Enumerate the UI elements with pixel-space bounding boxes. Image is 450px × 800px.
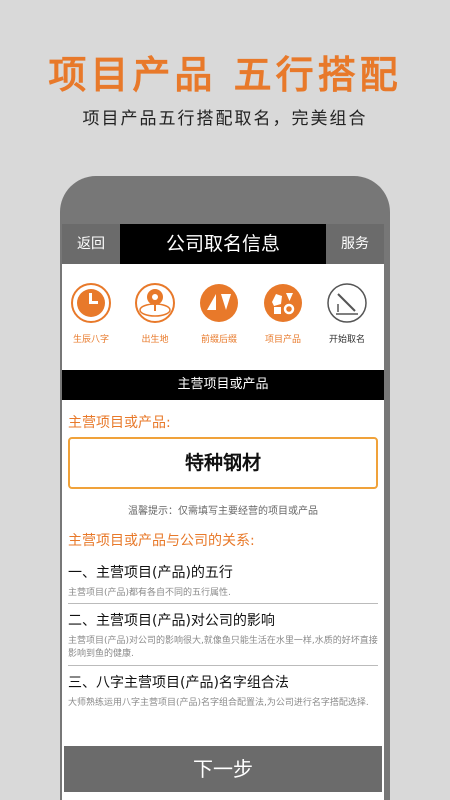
step-label: 出生地 [141,335,169,345]
step-label: 项目产品 [264,335,301,345]
item-heading: 三、八字主营项目(产品)名字组合法 [68,675,289,691]
promo-subtitle: 项目产品五行搭配取名，完美组合 [82,109,368,129]
page-title: 公司取名信息 [165,233,280,255]
step-label: 开始取名 [328,335,365,345]
back-button[interactable]: 返回 [62,224,120,264]
step-birthplace[interactable]: 出生地 [123,282,187,345]
step-label: 生辰八字 [72,335,109,345]
step-start-naming[interactable]: 开始取名 [315,282,379,345]
item-heading: 一、主营项目(产品)的五行 [68,565,233,581]
list-item: 三、八字主营项目(产品)名字组合法 大师熟练运用八字主营项目(产品)名字组合配置… [68,672,378,730]
list-item: 一、主营项目(产品)的五行 主营项目(产品)都有各自不同的五行属性. [68,562,378,604]
pen-icon [326,282,368,324]
app-screen: 返回 公司取名信息 服务 生辰八字 出生地 前缀后缀 项目产品 开始取名 主营项… [62,224,384,800]
step-nav: 生辰八字 出生地 前缀后缀 项目产品 开始取名 [62,282,384,362]
location-pin-icon [134,282,176,324]
item-heading: 二、主营项目(产品)对公司的影响 [68,613,275,629]
triangles-icon [198,282,240,324]
clock-icon [70,282,112,324]
section-header: 主营项目或产品 [62,370,384,400]
product-label: 主营项目或产品: [68,415,171,431]
next-step-button[interactable]: 下一步 [64,746,382,792]
step-prefix-suffix[interactable]: 前缀后缀 [187,282,251,345]
item-description: 主营项目(产品)对公司的影响很大,就像鱼只能生活在水里一样,水质的好坏直接影响到… [68,636,378,659]
service-button[interactable]: 服务 [326,224,384,264]
step-project-product[interactable]: 项目产品 [251,282,315,345]
hint-text: 温馨提示：仅需填写主要经营的项目或产品 [128,506,318,517]
product-input[interactable]: 特种钢材 [68,437,378,489]
relation-title: 主营项目或产品与公司的关系: [68,533,255,549]
top-bar: 返回 公司取名信息 服务 [62,224,384,264]
step-label: 前缀后缀 [200,335,237,345]
step-birth[interactable]: 生辰八字 [62,282,123,345]
promo-title: 项目产品 五行搭配 [48,53,402,97]
list-item: 二、主营项目(产品)对公司的影响 主营项目(产品)对公司的影响很大,就像鱼只能生… [68,610,378,666]
shapes-icon [262,282,304,324]
item-description: 大师熟练运用八字主营项目(产品)名字组合配置法,为公司进行名字搭配选择. [68,698,369,708]
item-description: 主营项目(产品)都有各自不同的五行属性. [68,588,231,598]
